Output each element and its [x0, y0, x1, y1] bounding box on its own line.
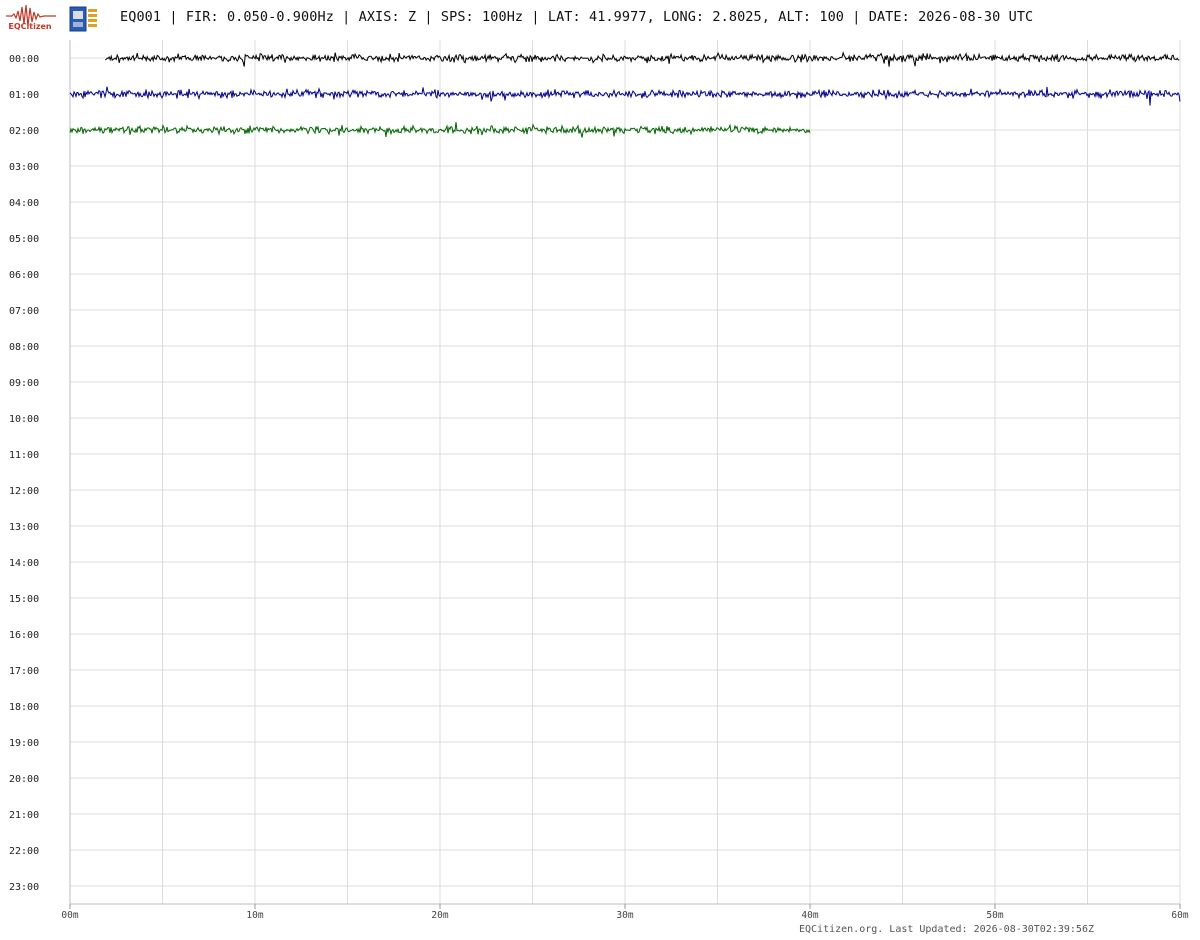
y-tick-label: 15:00 — [9, 594, 39, 605]
y-tick-label: 07:00 — [9, 306, 39, 317]
y-tick-label: 17:00 — [9, 666, 39, 677]
y-tick-label: 06:00 — [9, 270, 39, 281]
y-tick-label: 20:00 — [9, 774, 39, 785]
y-tick-label: 18:00 — [9, 702, 39, 713]
y-tick-label: 08:00 — [9, 342, 39, 353]
y-tick-label: 09:00 — [9, 378, 39, 389]
helicorder-page: EQCitizen EQ001 | FIR: 0.050-0.900Hz | A… — [0, 0, 1200, 940]
helicorder-chart: 00:00 01:00 02:00 03:00 04:00 05:00 06:00 07:00… — [9, 40, 1189, 921]
y-tick-label: 21:00 — [9, 810, 39, 821]
y-tick-label: 14:00 — [9, 558, 39, 569]
grid-lines — [69, 40, 1181, 905]
y-tick-label: 01:00 — [9, 90, 39, 101]
x-tick-label: 40m — [801, 910, 818, 921]
y-tick-label: 12:00 — [9, 486, 39, 497]
x-tick-label: 60m — [1171, 910, 1188, 921]
y-tick-label: 04:00 — [9, 198, 39, 209]
y-tick-label: 11:00 — [9, 450, 39, 461]
x-tick-label: 50m — [986, 910, 1003, 921]
axis-labels: 00:00 01:00 02:00 03:00 04:00 05:00 06:00 07:00… — [9, 54, 1189, 921]
footer-status: EQCitizen.org. Last Updated: 2026-08-30T… — [798, 924, 1094, 935]
x-tick-label: 10m — [246, 910, 263, 921]
y-tick-label: 19:00 — [9, 738, 39, 749]
y-tick-label: 00:00 — [9, 54, 39, 65]
x-tick-label: 00m — [61, 910, 78, 921]
y-tick-label: 23:00 — [9, 882, 39, 893]
x-tick-label: 30m — [616, 910, 633, 921]
y-tick-label: 02:00 — [9, 126, 39, 137]
x-tick-label: 20m — [431, 910, 448, 921]
y-tick-label: 16:00 — [9, 630, 39, 641]
y-tick-label: 05:00 — [9, 234, 39, 245]
y-tick-label: 10:00 — [9, 414, 39, 425]
y-tick-label: 22:00 — [9, 846, 39, 857]
y-tick-label: 13:00 — [9, 522, 39, 533]
seismic-trace-0000 — [104, 51, 1180, 67]
y-tick-label: 03:00 — [9, 162, 39, 173]
